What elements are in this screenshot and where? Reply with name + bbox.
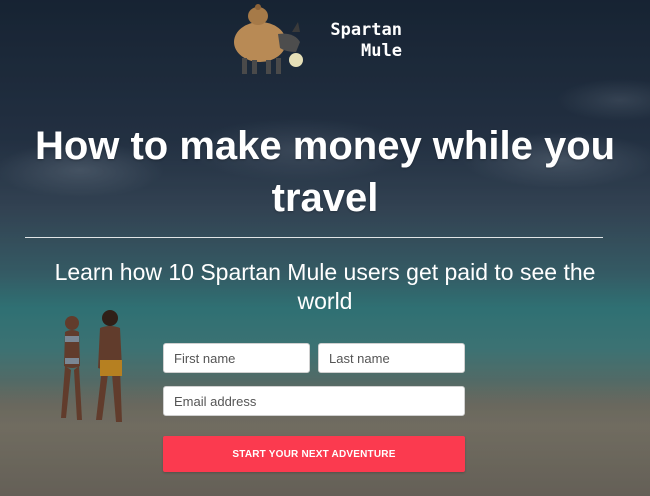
page-headline: How to make money while you travel: [34, 124, 616, 220]
headline-divider: [25, 237, 603, 238]
mule-mascot-icon: [234, 4, 303, 74]
email-input[interactable]: [163, 386, 465, 416]
site-logo[interactable]: Spartan Mule: [228, 2, 408, 78]
logo-line-2: Mule: [361, 41, 402, 61]
logo-line-1: Spartan: [330, 20, 402, 40]
last-name-input[interactable]: [318, 343, 465, 373]
logo-wordmark: Spartan Mule: [312, 20, 402, 62]
first-name-input[interactable]: [163, 343, 310, 373]
start-adventure-button[interactable]: START YOUR NEXT ADVENTURE: [163, 436, 465, 472]
page-subheadline: Learn how 10 Spartan Mule users get paid…: [54, 259, 596, 314]
